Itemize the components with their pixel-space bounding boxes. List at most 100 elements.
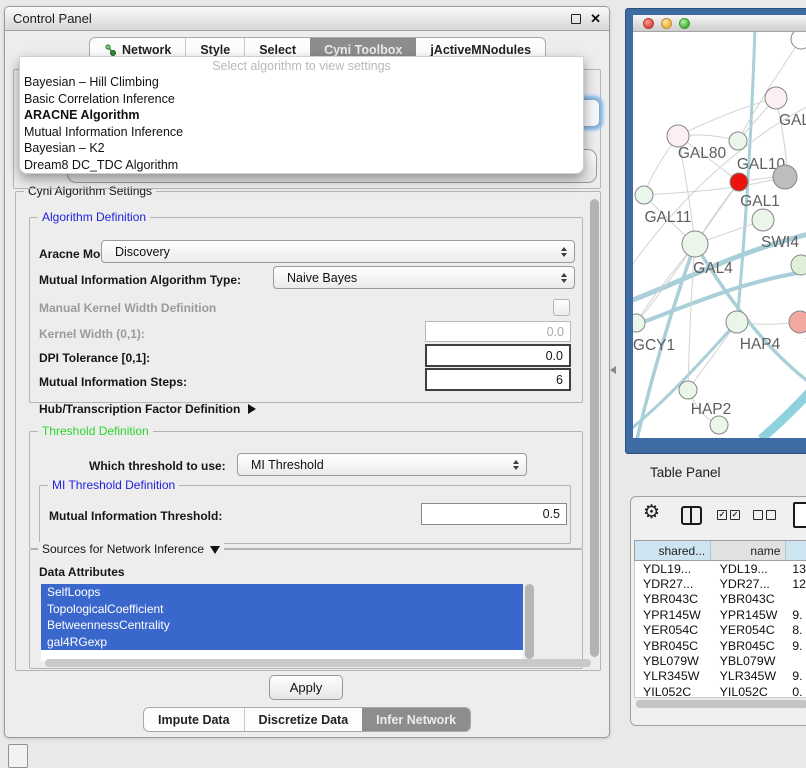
table-cell[interactable]: YER054C	[635, 623, 712, 637]
table-cell[interactable]: YBL079W	[635, 654, 712, 668]
network-node[interactable]	[679, 381, 697, 399]
table-horizontal-scrollbar[interactable]	[634, 697, 806, 709]
network-node[interactable]	[791, 32, 806, 49]
network-node[interactable]	[730, 173, 748, 191]
apply-button[interactable]: Apply	[269, 675, 343, 700]
network-node[interactable]	[667, 125, 689, 147]
aracne-mode-combo[interactable]: Discovery	[101, 240, 575, 263]
mi-threshold-label: Mutual Information Threshold:	[49, 509, 222, 523]
table-cell[interactable]: 9.	[787, 639, 806, 653]
table-cell[interactable]: 9.	[787, 669, 806, 683]
table-cell[interactable]: YLR345W	[712, 669, 788, 683]
table-cell[interactable]: 12	[787, 577, 806, 591]
mi-type-value: Naive Bayes	[287, 271, 357, 285]
collapsed-panel-icon[interactable]	[8, 744, 28, 768]
minimize-traffic-light[interactable]	[661, 18, 672, 29]
network-node[interactable]	[773, 165, 797, 189]
table-row[interactable]: YPR145WYPR145W9.	[635, 607, 806, 622]
table-row[interactable]: YDR27...YDR27...12	[635, 576, 806, 591]
column-header-partial[interactable]	[786, 541, 806, 560]
kernel-width-field[interactable]: 0.0	[425, 321, 571, 342]
mi-steps-field[interactable]: 6	[425, 368, 571, 391]
columns-icon[interactable]	[681, 506, 702, 525]
control-panel-titlebar[interactable]: Control Panel ✕	[5, 7, 609, 31]
column-header-shared-name[interactable]: shared...	[635, 541, 711, 560]
dpi-tolerance-label: DPI Tolerance [0,1]:	[39, 351, 150, 365]
algorithm-option[interactable]: Mutual Information Inference	[20, 124, 583, 141]
table-cell[interactable]: YBR045C	[712, 639, 788, 653]
table-cell[interactable]: YDR27...	[712, 577, 788, 591]
network-node[interactable]	[752, 209, 774, 231]
table-cell[interactable]: YDL19...	[635, 562, 712, 576]
algorithm-option[interactable]: ARACNE Algorithm	[20, 107, 583, 124]
settings-scrollbar[interactable]	[590, 199, 599, 657]
algorithm-option[interactable]: Bayesian – Hill Climbing	[20, 74, 583, 91]
table-cell[interactable]: YPR145W	[712, 608, 788, 622]
float-window-icon[interactable]	[571, 14, 581, 24]
algorithm-option[interactable]: Bayesian – K2	[20, 140, 583, 157]
deselect-all-columns-icon[interactable]	[753, 510, 776, 520]
network-window-titlebar[interactable]	[633, 15, 806, 32]
table-row[interactable]: YER054CYER054C8.	[635, 623, 806, 638]
tab-discretize-data[interactable]: Discretize Data	[244, 708, 363, 731]
scrollbar-thumb[interactable]	[636, 700, 806, 708]
gear-icon[interactable]: ⚙	[643, 501, 660, 524]
tab-impute-data[interactable]: Impute Data	[144, 708, 244, 731]
network-view-window[interactable]: GALGAL80GAL10GAL1GAL11SWI4GAL4GCY1HAP4YH…	[625, 8, 806, 454]
table-cell[interactable]: YLR345W	[635, 669, 712, 683]
attributes-scrollbar[interactable]	[525, 584, 534, 659]
network-node[interactable]	[635, 186, 653, 204]
table-cell[interactable]: YBL079W	[712, 654, 788, 668]
table-row[interactable]: YLR345WYLR345W9.	[635, 669, 806, 684]
network-node[interactable]	[710, 416, 728, 434]
dpi-tolerance-field[interactable]: 0.0	[425, 344, 571, 367]
attribute-item[interactable]: TopologicalCoefficient	[41, 601, 523, 618]
table-cell[interactable]: YBR043C	[635, 592, 712, 606]
close-traffic-light[interactable]	[643, 18, 654, 29]
network-node[interactable]	[729, 132, 747, 150]
which-threshold-label: Which threshold to use:	[89, 459, 226, 473]
algorithm-option[interactable]: Basic Correlation Inference	[20, 91, 583, 108]
table-row[interactable]: YDL19...YDL19...13	[635, 561, 806, 576]
network-node[interactable]	[726, 311, 748, 333]
which-threshold-combo[interactable]: MI Threshold	[237, 453, 527, 476]
select-all-columns-icon[interactable]: ✓✓	[717, 510, 740, 520]
table-cell[interactable]: YDR27...	[635, 577, 712, 591]
table-cell[interactable]: YBR045C	[635, 639, 712, 653]
algorithm-option[interactable]: Dream8 DC_TDC Algorithm	[20, 157, 583, 174]
close-icon[interactable]: ✕	[590, 14, 601, 24]
network-canvas[interactable]: GALGAL80GAL10GAL1GAL11SWI4GAL4GCY1HAP4YH…	[633, 32, 806, 438]
table-cell[interactable]: 9.	[787, 608, 806, 622]
splitter-collapse-arrow[interactable]	[610, 366, 616, 374]
table-cell[interactable]: YDL19...	[712, 562, 788, 576]
horizontal-scrollbar[interactable]	[45, 659, 591, 667]
attribute-item[interactable]: BetweennessCentrality	[41, 617, 523, 634]
zoom-traffic-light[interactable]	[679, 18, 690, 29]
network-node[interactable]	[765, 87, 787, 109]
network-node[interactable]	[633, 314, 645, 332]
new-table-icon[interactable]	[793, 502, 806, 528]
manual-kernel-checkbox[interactable]	[553, 299, 570, 316]
network-node[interactable]	[789, 311, 806, 333]
table-row[interactable]: YBR043CYBR043C	[635, 592, 806, 607]
attribute-item[interactable]: SelfLoops	[41, 584, 523, 601]
network-node[interactable]	[682, 231, 708, 257]
table-cell[interactable]: 8.	[787, 623, 806, 637]
mi-threshold-field[interactable]: 0.5	[421, 503, 567, 525]
table-cell[interactable]: YBR043C	[712, 592, 788, 606]
table-body: YDL19...YDL19...13YDR27...YDR27...12YBR0…	[634, 561, 806, 700]
tab-infer-network[interactable]: Infer Network	[362, 708, 470, 731]
column-header-name[interactable]: name	[711, 541, 786, 560]
network-node[interactable]	[791, 255, 806, 275]
hub-definition-toggle[interactable]: Hub/Transcription Factor Definition	[39, 402, 256, 416]
table-cell[interactable]: YER054C	[712, 623, 788, 637]
attribute-item[interactable]: gal4RGexp	[41, 634, 523, 651]
mi-steps-label: Mutual Information Steps:	[39, 375, 187, 389]
mi-type-combo[interactable]: Naive Bayes	[273, 266, 575, 289]
data-attributes-list: SelfLoopsTopologicalCoefficientBetweenne…	[41, 584, 523, 661]
table-cell[interactable]: 13	[787, 562, 806, 576]
table-cell[interactable]: YPR145W	[635, 608, 712, 622]
table-row[interactable]: YBL079WYBL079W	[635, 653, 806, 668]
sources-title-toggle[interactable]: Sources for Network Inference	[38, 542, 224, 556]
table-row[interactable]: YBR045CYBR045C9.	[635, 638, 806, 653]
